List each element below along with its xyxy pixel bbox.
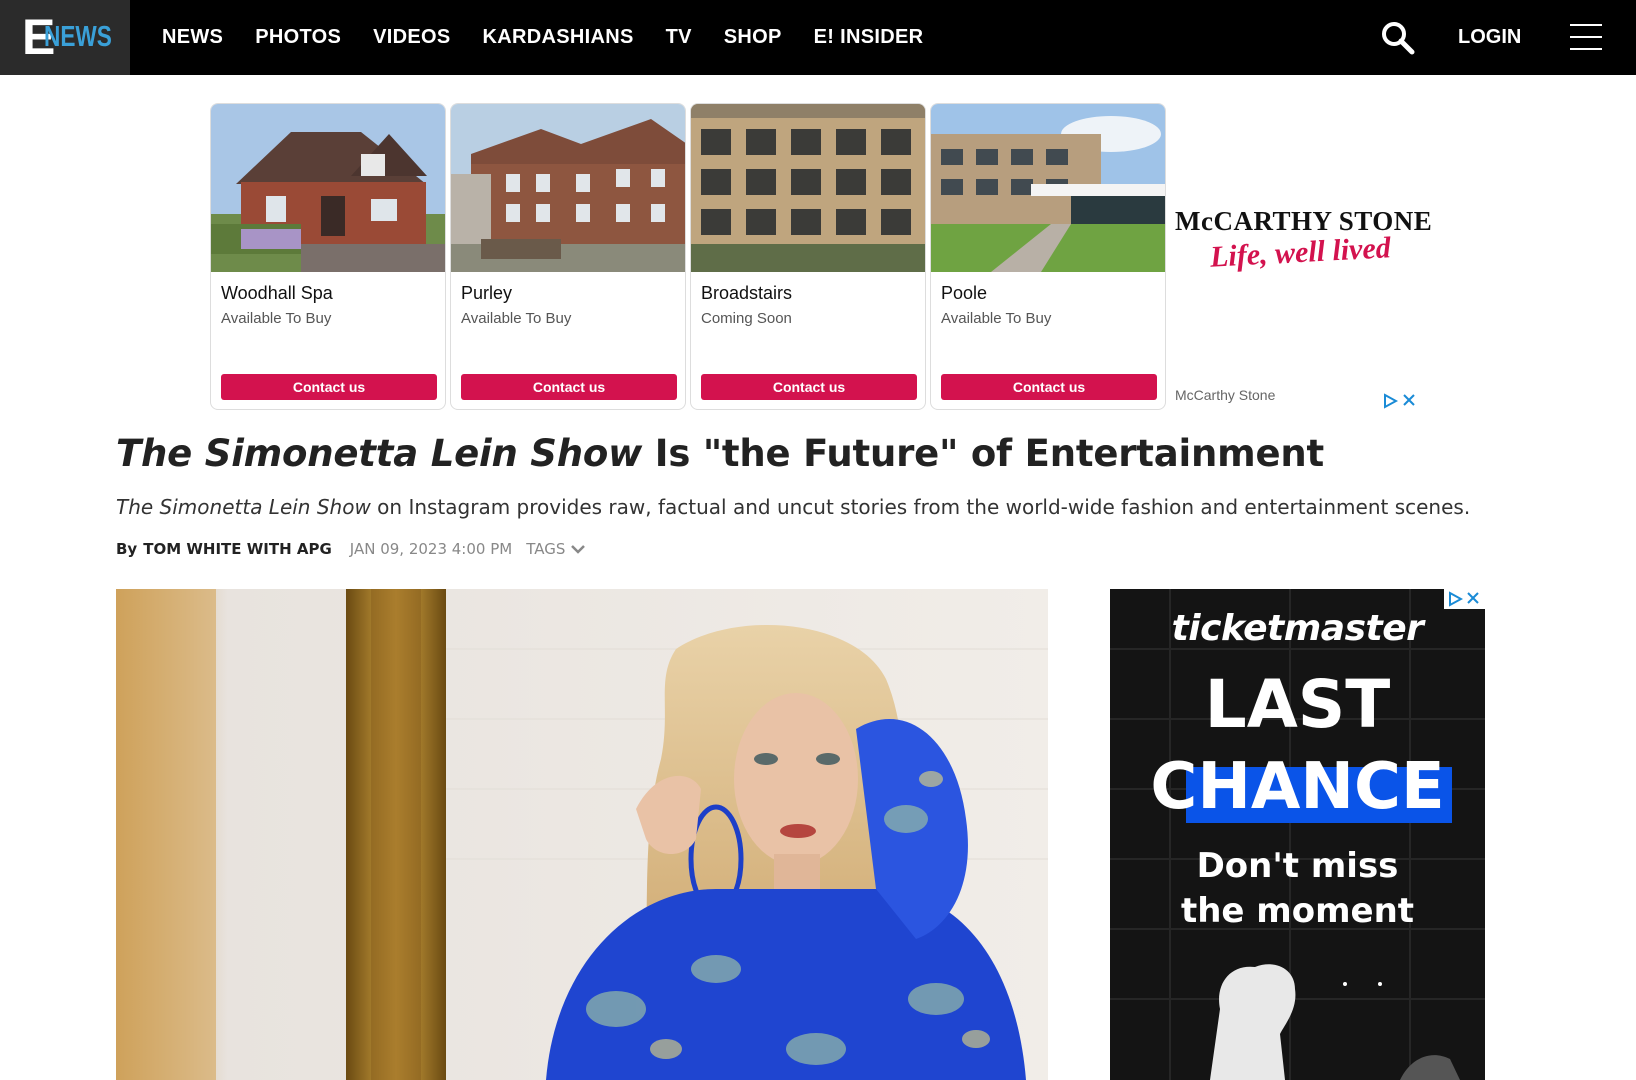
residence-photo (931, 104, 1165, 272)
nav-item-kardashians[interactable]: KARDASHIANS (483, 0, 634, 75)
tags-toggle[interactable]: TAGS (526, 538, 586, 560)
ad-card-title: Purley (461, 283, 513, 303)
publish-date: JAN 09, 2023 4:00 PM (349, 540, 513, 558)
article-headline: The Simonetta Lein Show Is "the Future" … (116, 430, 1324, 478)
top-navigation-bar: E NEWS NEWS PHOTOS VIDEOS KARDASHIANS TV… (0, 0, 1636, 75)
headline-rest: Is "the Future" of Entertainment (642, 432, 1325, 475)
ticketmaster-logo: ticketmaster (1171, 608, 1424, 649)
close-ad-icon[interactable] (1466, 591, 1480, 605)
ad-background (1110, 589, 1485, 1080)
article-subheadline: The Simonetta Lein Show on Instagram pro… (116, 492, 1470, 522)
nav-item-shop[interactable]: SHOP (724, 0, 782, 75)
ad-card-status: Coming Soon (701, 310, 792, 327)
apartment-photo (691, 104, 925, 272)
enews-logo[interactable]: E NEWS (0, 0, 130, 75)
ad-card-woodhall-spa[interactable]: Woodhall Spa Available To Buy Contact us (210, 103, 446, 410)
headline-show-title: The Simonetta Lein Show (116, 432, 643, 475)
ad-headline-chance: CHANCE (1150, 750, 1445, 824)
adchoices-play-icon[interactable] (1382, 393, 1398, 409)
house-photo (211, 104, 445, 272)
logo-news-text: NEWS (44, 21, 112, 53)
ad-card-purley[interactable]: Purley Available To Buy Contact us (450, 103, 686, 410)
ad-headline-last: LAST (1204, 666, 1391, 743)
subhead-rest: on Instagram provides raw, factual and u… (370, 495, 1471, 519)
nav-item-news[interactable]: NEWS (162, 0, 223, 75)
hamburger-menu-icon[interactable] (1570, 24, 1602, 52)
mccarthy-stone-tagline: Life, well lived (1209, 231, 1392, 274)
nav-item-tv[interactable]: TV (666, 0, 692, 75)
search-icon[interactable] (1380, 20, 1416, 56)
ad-card-status: Available To Buy (461, 310, 572, 327)
article-byline: By TOM WHITE WITH APG JAN 09, 2023 4:00 … (116, 538, 586, 560)
ad-card-status: Available To Buy (221, 310, 332, 327)
login-link[interactable]: LOGIN (1458, 0, 1521, 75)
byline-prefix: By (116, 540, 138, 558)
author-link[interactable]: TOM WHITE WITH APG (143, 538, 332, 560)
ad-card-title: Broadstairs (701, 283, 793, 303)
adchoices-play-icon[interactable] (1447, 591, 1463, 607)
ad-choices[interactable] (1382, 393, 1418, 411)
ad-card-title: Poole (941, 283, 988, 303)
tags-label: TAGS (526, 540, 566, 558)
nav-item-e-insider[interactable]: E! INSIDER (814, 0, 924, 75)
chevron-down-icon (571, 545, 586, 554)
ad-choices[interactable] (1444, 589, 1485, 609)
mccarthy-stone-logo[interactable]: McCARTHY STONE (1175, 206, 1432, 236)
advertiser-name[interactable]: McCarthy Stone (1175, 386, 1275, 404)
close-ad-icon[interactable] (1402, 393, 1416, 407)
building-photo (451, 104, 685, 272)
ticketmaster-ad[interactable]: ticketmaster LAST CHANCE Don't miss the … (1110, 589, 1485, 1080)
contact-us-button[interactable]: Contact us (221, 374, 437, 400)
contact-us-button[interactable]: Contact us (461, 374, 677, 400)
subhead-show-title: The Simonetta Lein Show (116, 495, 371, 519)
contact-us-button[interactable]: Contact us (701, 374, 917, 400)
ad-tagline-line1: Don't miss (1196, 846, 1399, 886)
ad-tagline-line2: the moment (1180, 891, 1415, 931)
ad-card-broadstairs[interactable]: Broadstairs Coming Soon Contact us (690, 103, 926, 410)
nav-item-photos[interactable]: PHOTOS (255, 0, 341, 75)
ad-card-poole[interactable]: Poole Available To Buy Contact us (930, 103, 1166, 410)
article-hero-image (116, 589, 1048, 1080)
nav-item-videos[interactable]: VIDEOS (373, 0, 450, 75)
ad-card-status: Available To Buy (941, 310, 1052, 327)
contact-us-button[interactable]: Contact us (941, 374, 1157, 400)
main-nav: NEWS PHOTOS VIDEOS KARDASHIANS TV SHOP E… (162, 0, 955, 75)
ad-card-title: Woodhall Spa (221, 283, 333, 303)
mccarthy-stone-ad[interactable]: Woodhall Spa Available To Buy Contact us… (210, 103, 1432, 411)
